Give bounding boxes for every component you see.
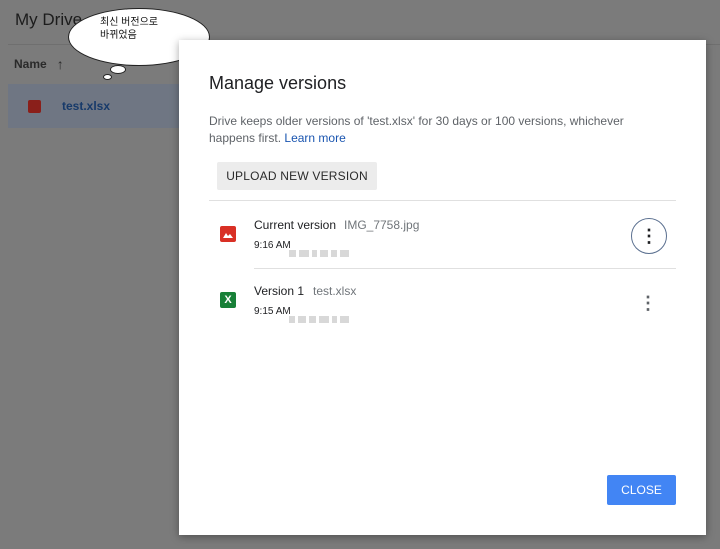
- speech-bubble-text: 최신 버전으로 바뀌었음: [100, 16, 190, 42]
- version-time: 9:15 AM: [254, 306, 291, 317]
- learn-more-link[interactable]: Learn more: [284, 131, 345, 145]
- version-label: Current version: [254, 218, 337, 232]
- file-name: test.xlsx: [62, 99, 111, 113]
- dialog-title: Manage versions: [209, 73, 347, 93]
- version-file-name: test.xlsx: [313, 284, 357, 298]
- more-options-icon[interactable]: ⋮: [631, 286, 665, 320]
- bubble-line-1: 최신 버전으로: [100, 17, 158, 28]
- sheets-file-icon: X: [220, 292, 236, 308]
- image-file-icon: [28, 100, 41, 113]
- bubble-line-2: 바뀌었음: [100, 30, 137, 41]
- more-options-icon[interactable]: ⋮: [631, 218, 667, 254]
- version-file-name: IMG_7758.jpg: [344, 218, 420, 232]
- list-divider: [209, 200, 676, 201]
- speech-bubble-tail-1: [110, 65, 126, 74]
- redacted-uploader: [289, 244, 352, 257]
- image-file-icon: [220, 226, 236, 242]
- name-column-header[interactable]: Name ↑: [14, 56, 64, 72]
- list-divider: [254, 268, 676, 269]
- version-label: Version 1: [254, 284, 305, 298]
- description-text: Drive keeps older versions of 'test.xlsx…: [209, 114, 624, 145]
- redacted-uploader: [289, 310, 352, 323]
- version-row-current: Current version IMG_7758.jpg 9:16 AM ⋮: [209, 202, 676, 268]
- close-button[interactable]: CLOSE: [607, 475, 676, 505]
- dialog-description: Drive keeps older versions of 'test.xlsx…: [209, 113, 649, 147]
- name-column-label: Name: [14, 57, 47, 71]
- manage-versions-dialog: Manage versions Drive keeps older versio…: [179, 40, 706, 535]
- file-row[interactable]: test.xlsx: [8, 84, 188, 128]
- upload-new-version-button[interactable]: UPLOAD NEW VERSION: [217, 162, 377, 190]
- version-time: 9:16 AM: [254, 240, 291, 251]
- arrow-up-icon[interactable]: ↑: [57, 56, 64, 72]
- speech-bubble-tail-2: [103, 74, 112, 80]
- version-row-1: X Version 1 test.xlsx 9:15 AM ⋮: [209, 270, 676, 336]
